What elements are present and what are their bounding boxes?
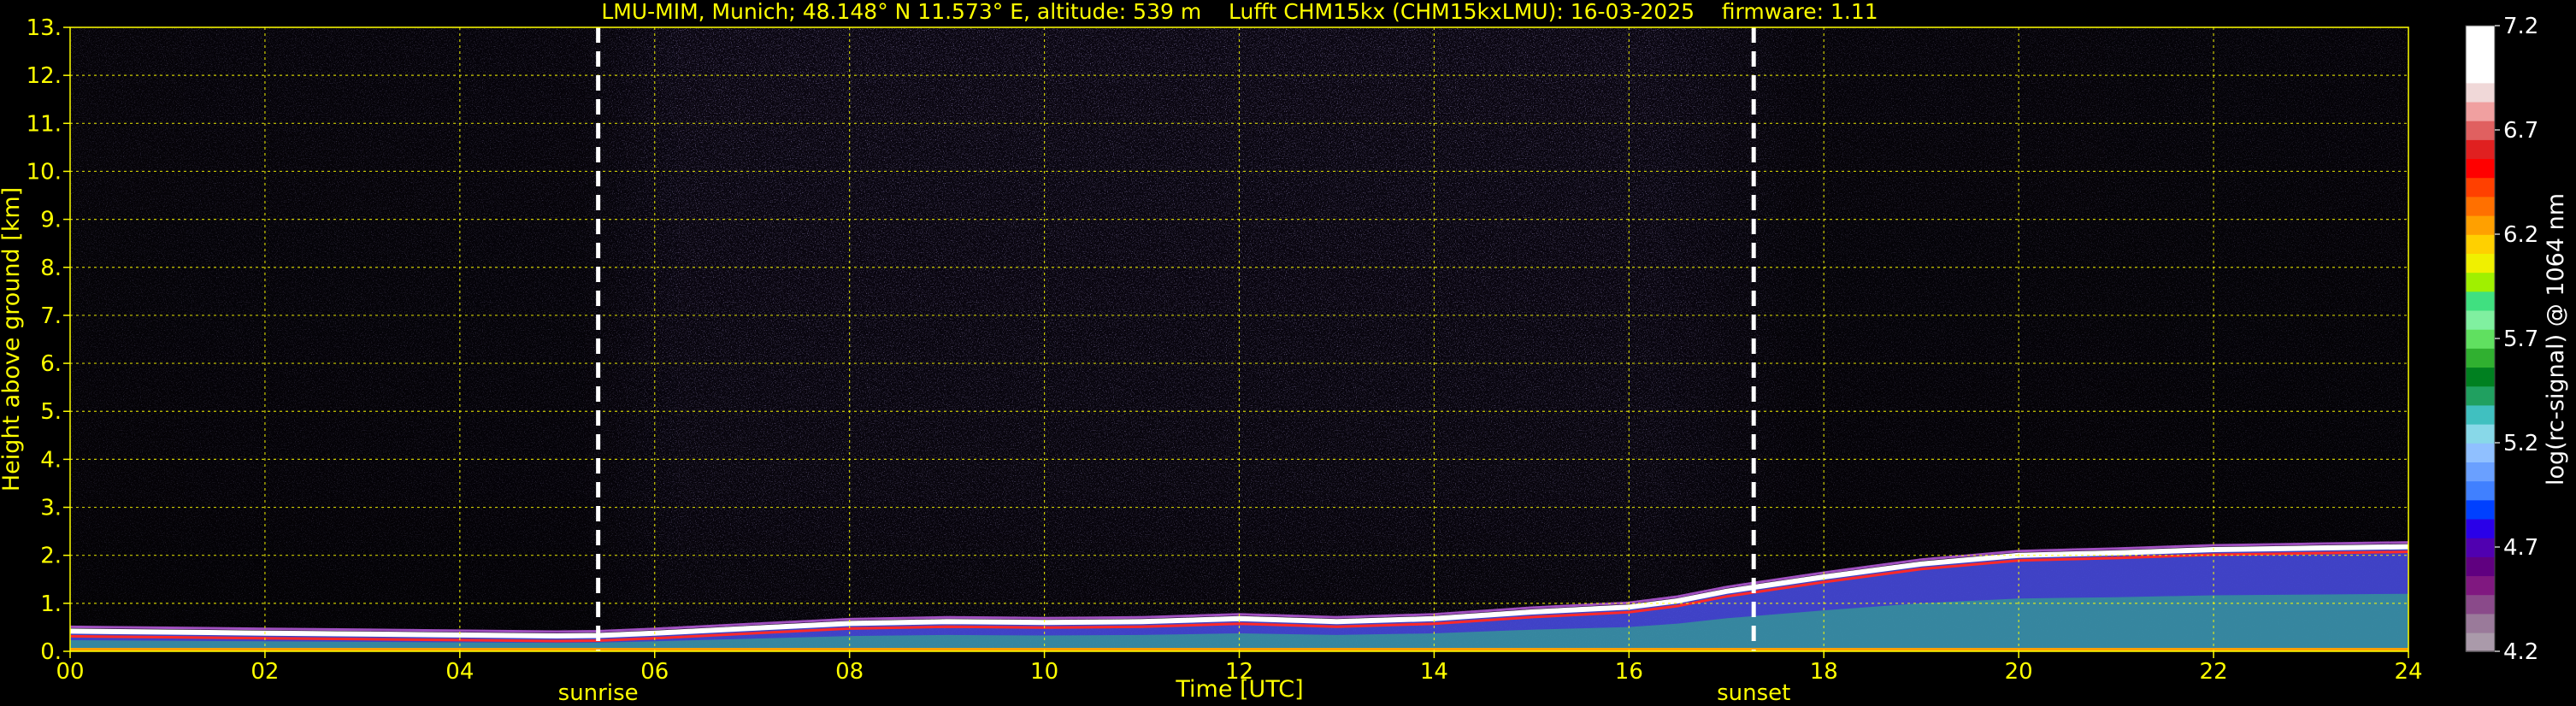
colorbar-swatch xyxy=(2466,632,2495,652)
colorbar-swatch xyxy=(2466,272,2495,292)
y-tick-label: 8. xyxy=(40,256,62,281)
colorbar-swatch xyxy=(2466,594,2495,615)
colorbar-swatch xyxy=(2466,404,2495,425)
x-axis-label: Time [UTC] xyxy=(1175,676,1303,703)
colorbar-swatch xyxy=(2466,537,2495,557)
colorbar: 7.2 6.7 6.2 5.7 5.2 4.7 4.2 xyxy=(2465,14,2538,665)
x-tick-label: 20 xyxy=(2005,659,2033,685)
x-tick-label: 08 xyxy=(835,659,864,685)
colorbar-swatch xyxy=(2466,139,2495,160)
colorbar-tick-label: 5.7 xyxy=(2503,327,2538,352)
colorbar-swatch xyxy=(2466,367,2495,387)
colorbar-swatch xyxy=(2466,443,2495,462)
y-tick-label: 1. xyxy=(40,591,62,617)
colorbar-swatch xyxy=(2466,309,2495,330)
colorbar-swatch xyxy=(2466,291,2495,311)
colorbar-swatch xyxy=(2466,120,2495,140)
colorbar-swatch xyxy=(2466,575,2495,596)
colorbar-label: log(rc-signal) @ 1064 nm xyxy=(2543,193,2569,485)
x-tick-label: 06 xyxy=(640,659,669,685)
x-tick-label: 24 xyxy=(2394,659,2422,685)
x-tick-label: 04 xyxy=(445,659,474,685)
x-tick-label: 22 xyxy=(2200,659,2228,685)
colorbar-tick-label: 6.7 xyxy=(2503,118,2538,144)
colorbar-swatch xyxy=(2466,613,2495,633)
colorbar-swatch xyxy=(2466,196,2495,216)
colorbar-swatch xyxy=(2466,556,2495,577)
colorbar-tick-label: 5.2 xyxy=(2503,431,2538,456)
colorbar-tick-label: 4.2 xyxy=(2503,639,2538,665)
x-tick-label: 02 xyxy=(251,659,279,685)
colorbar-swatch xyxy=(2466,518,2495,538)
colorbar-swatch xyxy=(2466,385,2495,406)
colorbar-swatch xyxy=(2466,423,2495,444)
x-tick-label: 14 xyxy=(1420,659,1448,685)
colorbar-swatch xyxy=(2466,234,2495,254)
colorbar-swatch xyxy=(2466,158,2495,179)
colorbar-swatch xyxy=(2466,462,2495,482)
colorbar-swatch xyxy=(2466,348,2495,368)
y-tick-label: 10. xyxy=(27,159,62,185)
y-tick-label: 13. xyxy=(27,15,62,41)
y-tick-label: 4. xyxy=(40,447,62,473)
y-tick-label: 9. xyxy=(40,208,62,233)
sun-marker-label: sunrise xyxy=(558,680,639,706)
colorbar-swatch xyxy=(2466,253,2495,274)
y-tick-label: 12. xyxy=(27,63,62,89)
x-tick-label: 16 xyxy=(1615,659,1643,685)
colorbar-tick-label: 6.2 xyxy=(2503,222,2538,248)
colorbar-tick-label: 4.7 xyxy=(2503,535,2538,561)
colorbar-tick-label: 7.2 xyxy=(2503,14,2538,39)
colorbar-swatch xyxy=(2466,328,2495,349)
x-tick-label: 18 xyxy=(1810,659,1838,685)
sun-marker-label: sunset xyxy=(1717,680,1790,706)
colorbar-swatch xyxy=(2466,63,2495,84)
y-tick-label: 11. xyxy=(27,111,62,137)
colorbar-swatch xyxy=(2466,82,2495,103)
colorbar-swatch xyxy=(2466,499,2495,520)
colorbar-swatch xyxy=(2466,44,2495,65)
colorbar-swatch xyxy=(2466,101,2495,121)
colorbar-swatch xyxy=(2466,177,2495,197)
y-axis: 0.1.2.3.4.5.6.7.8.9.10.11.12.13. xyxy=(27,15,70,665)
y-tick-label: 5. xyxy=(40,399,62,425)
y-tick-label: 6. xyxy=(40,351,62,377)
y-tick-label: 3. xyxy=(40,496,62,521)
x-tick-label: 00 xyxy=(56,659,84,685)
y-tick-label: 7. xyxy=(40,303,62,329)
y-tick-label: 2. xyxy=(40,544,62,569)
y-axis-label: Height above ground [km] xyxy=(0,187,25,491)
ceilometer-chart: sunrise sunset 0.1.2.3.4.5.6.7.8.9.10.11.… xyxy=(0,0,2569,706)
x-tick-label: 10 xyxy=(1030,659,1058,685)
colorbar-swatch xyxy=(2466,26,2495,45)
colorbar-swatch xyxy=(2466,480,2495,501)
colorbar-swatch xyxy=(2466,215,2495,235)
chart-title: LMU-MIM, Munich; 48.148° N 11.573° E, al… xyxy=(601,0,1877,24)
